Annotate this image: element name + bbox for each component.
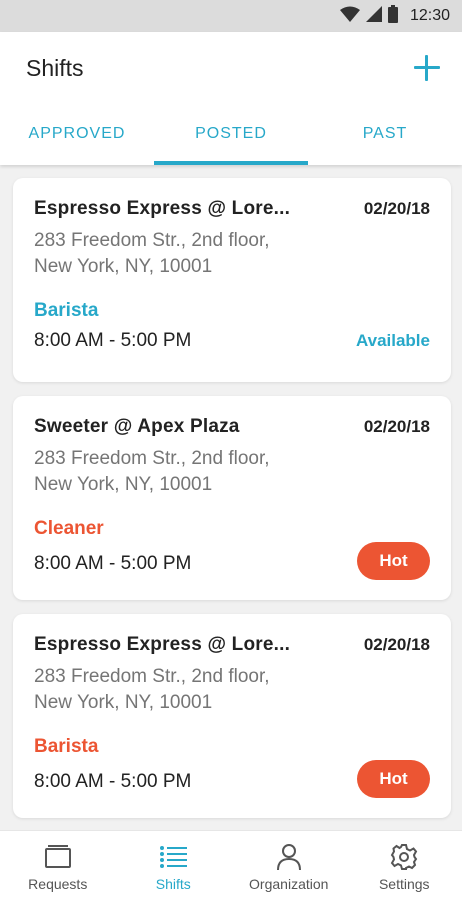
tab-label: POSTED xyxy=(195,124,267,142)
shift-address: 283 Freedom Str., 2nd floor, New York, N… xyxy=(34,446,430,498)
address-line-2: New York, NY, 10001 xyxy=(34,692,213,713)
shift-card[interactable]: Espresso Express @ Lore... 02/20/18 283 … xyxy=(13,178,451,382)
list-icon xyxy=(159,843,188,871)
nav-label: Organization xyxy=(249,876,329,892)
shift-time: 8:00 AM - 5:00 PM xyxy=(34,553,192,574)
status-available-label: Available xyxy=(355,331,430,350)
shift-venue: Espresso Express @ Lore... xyxy=(34,634,291,655)
status-time: 12:30 xyxy=(409,7,450,24)
cell-signal-icon xyxy=(365,5,382,27)
nav-organization[interactable]: Organization xyxy=(231,831,347,900)
nav-settings[interactable]: Settings xyxy=(347,831,462,900)
shift-card[interactable]: Espresso Express @ Lore... 02/20/18 283 … xyxy=(13,614,451,818)
nav-requests[interactable]: Requests xyxy=(0,831,116,900)
address-line-2: New York, NY, 10001 xyxy=(34,256,213,277)
tab-bar: APPROVED POSTED PAST xyxy=(0,104,462,165)
add-shift-button[interactable] xyxy=(412,53,442,83)
tab-label: APPROVED xyxy=(28,124,126,142)
shift-card[interactable]: Sweeter @ Apex Plaza 02/20/18 283 Freedo… xyxy=(13,396,451,600)
wifi-icon xyxy=(339,6,360,27)
nav-shifts[interactable]: Shifts xyxy=(116,831,232,900)
battery-icon xyxy=(387,4,398,28)
nav-label: Requests xyxy=(28,876,88,892)
tab-past[interactable]: PAST xyxy=(308,104,462,165)
hot-badge: Hot xyxy=(357,542,430,580)
tab-posted[interactable]: POSTED xyxy=(154,104,308,165)
nav-label: Shifts xyxy=(155,876,191,892)
address-line-1: 283 Freedom Str., 2nd floor, xyxy=(34,230,270,251)
bottom-nav: Requests Shifts Organization Settings xyxy=(0,830,462,900)
hot-badge: Hot xyxy=(357,760,430,798)
shift-time: 8:00 AM - 5:00 PM xyxy=(34,771,192,792)
shift-address: 283 Freedom Str., 2nd floor, New York, N… xyxy=(34,664,430,716)
address-line-1: 283 Freedom Str., 2nd floor, xyxy=(34,448,270,469)
shift-address: 283 Freedom Str., 2nd floor, New York, N… xyxy=(34,228,430,280)
page-title: Shifts xyxy=(26,54,84,81)
shift-date: 02/20/18 xyxy=(363,417,430,436)
title-row: Shifts xyxy=(0,32,462,104)
status-bar: 12:30 xyxy=(0,0,462,32)
nav-label: Settings xyxy=(378,876,430,892)
person-icon xyxy=(275,843,303,871)
tab-approved[interactable]: APPROVED xyxy=(0,104,154,165)
shift-time: 8:00 AM - 5:00 PM xyxy=(34,330,192,351)
shift-role: Barista xyxy=(34,300,99,321)
address-line-2: New York, NY, 10001 xyxy=(34,474,213,495)
tab-label: PAST xyxy=(362,124,408,142)
shift-venue: Sweeter @ Apex Plaza xyxy=(34,416,240,437)
shift-venue: Espresso Express @ Lore... xyxy=(34,198,291,219)
shift-list: Espresso Express @ Lore... 02/20/18 283 … xyxy=(13,178,451,832)
address-line-1: 283 Freedom Str., 2nd floor, xyxy=(34,666,270,687)
requests-icon xyxy=(44,843,72,871)
shift-date: 02/20/18 xyxy=(363,199,430,218)
shift-role: Barista xyxy=(34,736,99,757)
shift-role: Cleaner xyxy=(34,518,104,539)
app-header: Shifts APPROVED POSTED PAST xyxy=(0,32,462,165)
shift-date: 02/20/18 xyxy=(363,635,430,654)
gear-icon xyxy=(390,843,418,871)
